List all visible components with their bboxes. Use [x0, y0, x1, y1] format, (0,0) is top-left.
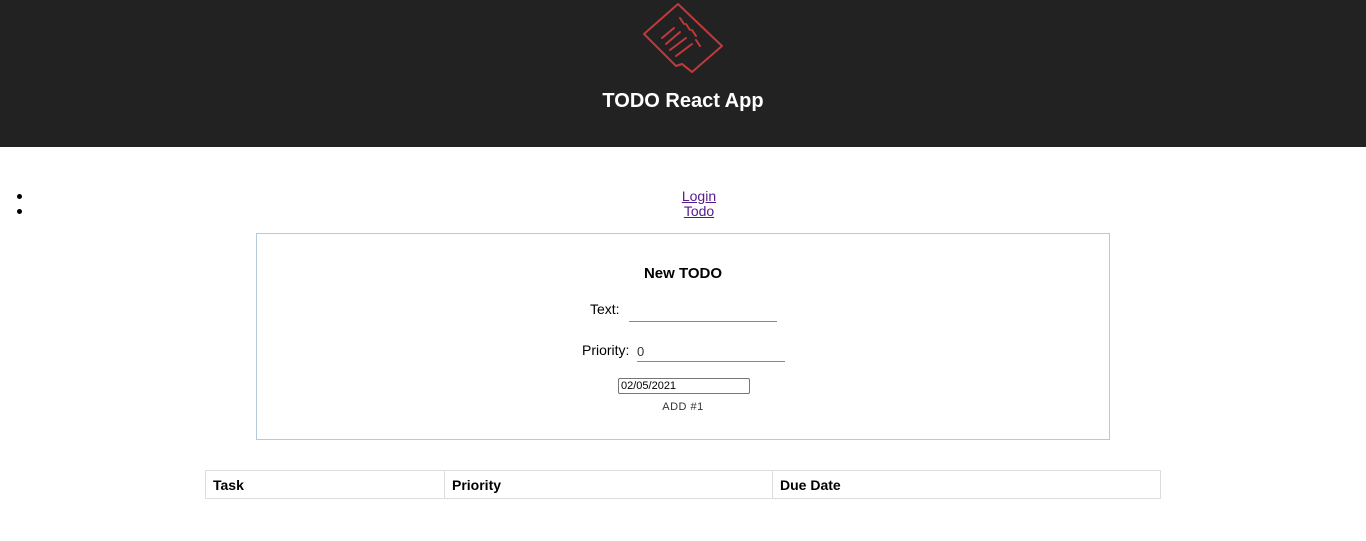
priority-field-label: Priority:	[582, 342, 630, 358]
todo-link[interactable]: Todo	[684, 203, 714, 219]
form-title: New TODO	[643, 265, 723, 282]
todo-table: Task Priority Due Date	[205, 470, 1161, 499]
list-bullet	[17, 194, 22, 199]
column-header-due-date: Due Date	[772, 470, 1161, 499]
app-header: TODO React App	[0, 0, 1366, 147]
nav-item-login: Login	[0, 189, 1366, 204]
nav-list: Login Todo	[0, 189, 1366, 219]
login-link[interactable]: Login	[682, 188, 716, 204]
column-header-priority: Priority	[444, 470, 773, 499]
app-title: TODO React App	[602, 90, 764, 112]
todo-list-icon	[643, 3, 723, 73]
add-todo-button[interactable]: ADD #1	[257, 401, 1109, 413]
priority-input[interactable]	[637, 341, 785, 362]
column-header-task: Task	[205, 470, 445, 499]
table-header-row: Task Priority Due Date	[205, 470, 1161, 499]
nav-item-todo: Todo	[0, 204, 1366, 219]
text-input[interactable]	[629, 301, 777, 322]
new-todo-form: New TODO Text: Priority: ADD #1	[256, 233, 1110, 440]
list-bullet	[17, 209, 22, 214]
text-field-label: Text:	[590, 301, 620, 317]
due-date-input[interactable]	[618, 378, 750, 394]
